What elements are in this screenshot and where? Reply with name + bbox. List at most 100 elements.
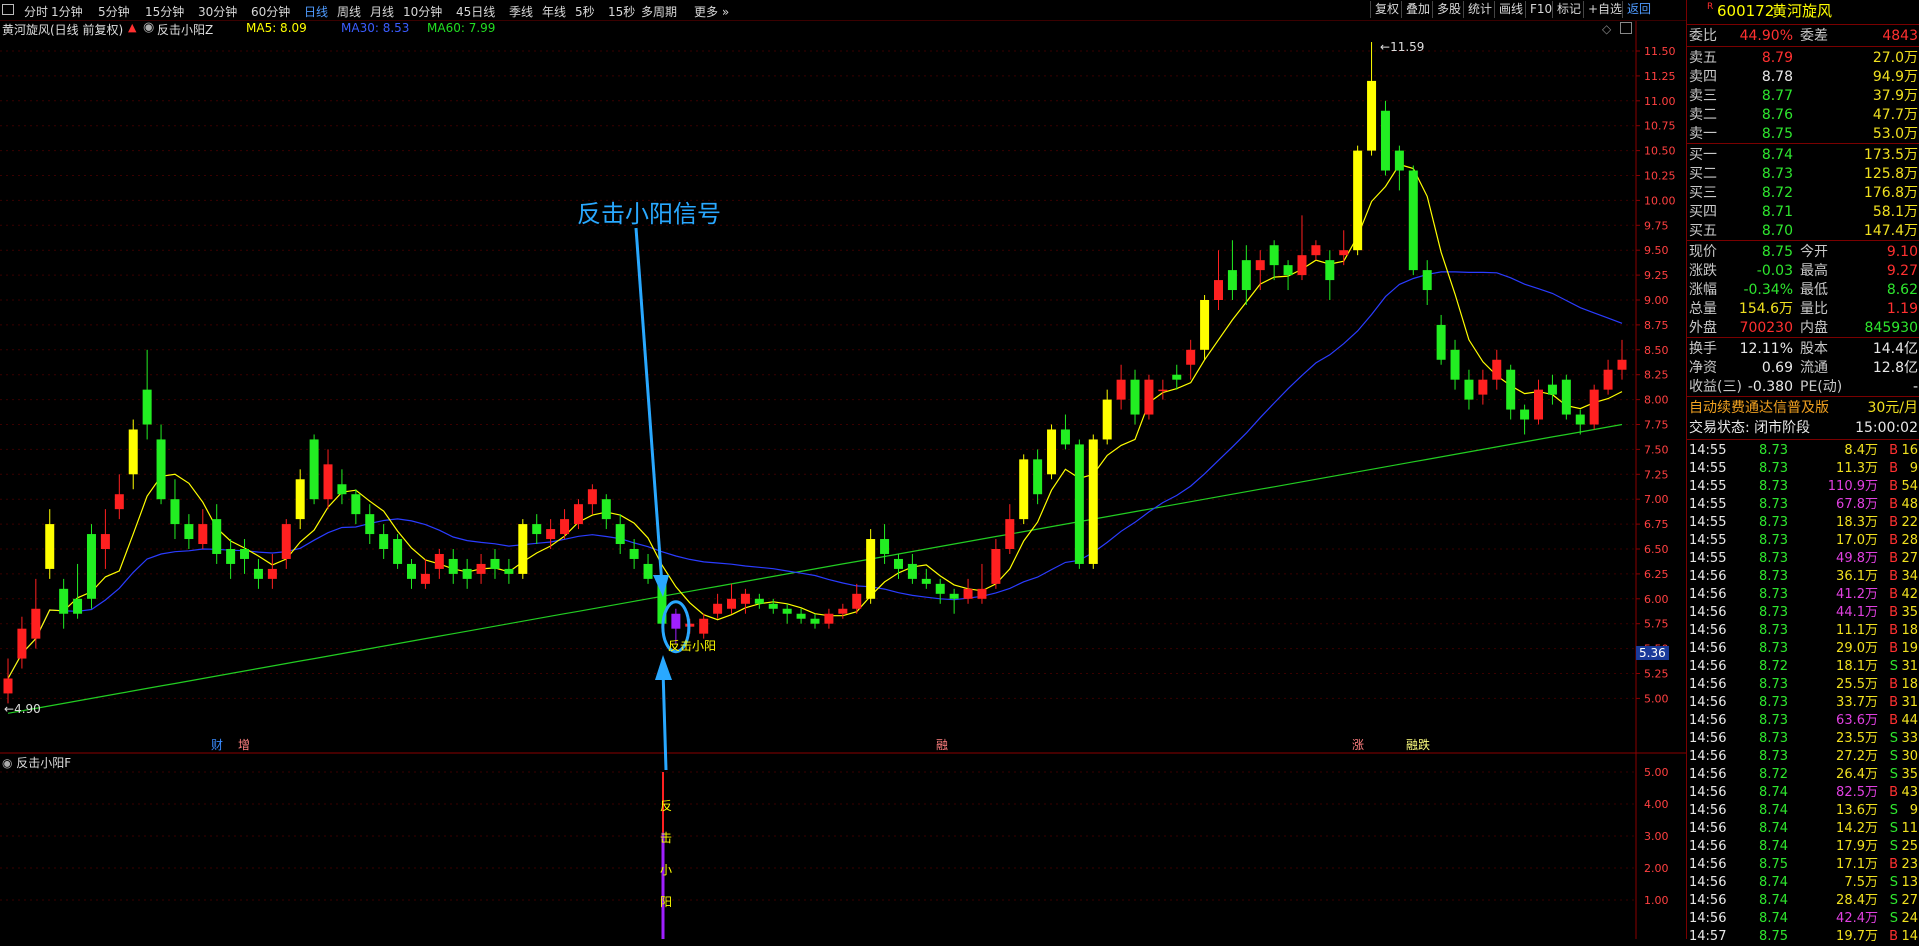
candle-body <box>768 603 778 609</box>
event-marker-increase[interactable]: 增 <box>238 736 250 753</box>
price-tick-label: 9.00 <box>1644 294 1669 307</box>
candle-body <box>490 558 500 569</box>
period-tab-12[interactable]: 年线 <box>542 3 566 20</box>
price-tick-label: 7.75 <box>1644 419 1669 432</box>
candle-body <box>1130 379 1140 415</box>
ma60-line <box>7 423 1623 714</box>
ad-row[interactable]: 自动续费通达信普及版 30元/月 <box>1687 399 1919 418</box>
candle-body <box>323 464 333 500</box>
signal-label: 反击小阳 <box>668 639 717 653</box>
toolbar-button-8[interactable]: 返回 <box>1622 1 1655 18</box>
candle-body <box>1367 80 1377 151</box>
candle-body <box>601 499 611 520</box>
period-tab-4[interactable]: 30分钟 <box>198 3 237 20</box>
period-tab-15[interactable]: 多周期 <box>641 3 677 20</box>
price-tick-label: 5.25 <box>1644 668 1669 681</box>
candle-body <box>727 598 737 609</box>
period-tab-7[interactable]: 周线 <box>337 3 361 20</box>
event-marker-finance[interactable]: 财 <box>211 736 223 753</box>
low-price-marker: ←4.90 <box>4 702 41 716</box>
candle-body <box>615 524 625 545</box>
candle-body <box>518 524 528 574</box>
up-arrow-icon: ▲ <box>128 21 137 34</box>
period-toolbar: 分时 1分钟 5分钟 15分钟 30分钟 60分钟 日线 周线 月线 10分钟 45日线 季线 年线 5秒… <box>0 0 1686 21</box>
candle-body <box>3 678 13 694</box>
tick-row: 14:55 8.73 17.0万 B 28 <box>1689 533 1918 548</box>
price-tick-label: 7.00 <box>1644 493 1669 506</box>
period-tab-5[interactable]: 60分钟 <box>251 3 290 20</box>
period-tab-13[interactable]: 5秒 <box>575 3 595 20</box>
candle-body <box>838 608 848 614</box>
candle-body <box>1241 260 1251 291</box>
candle-body <box>629 549 639 559</box>
toolbar-button-3[interactable]: 统计 <box>1463 1 1496 18</box>
candle-body <box>17 628 27 659</box>
candle-body <box>1464 379 1474 400</box>
candle-body <box>170 499 180 525</box>
candle-body <box>1005 519 1015 549</box>
tick-row: 14:56 8.73 41.2万 B 42 <box>1689 587 1918 602</box>
price-tick-label: 8.75 <box>1644 319 1669 332</box>
sub-tick-label: 4.00 <box>1644 798 1669 811</box>
ask-row-4: 卖四 8.78 94.9万 <box>1689 69 1918 85</box>
price-tick-label: 6.00 <box>1644 593 1669 606</box>
toolbar-button-4[interactable]: 画线 <box>1494 1 1527 18</box>
tick-row: 14:55 8.73 110.9万 B 54 <box>1689 479 1918 494</box>
sub-indicator-name[interactable]: ◉ 反击小阳F <box>2 754 71 771</box>
candle-body <box>1060 429 1070 445</box>
candle-body <box>1200 300 1210 350</box>
window-toggle-icon[interactable] <box>1620 22 1632 34</box>
price-tick-label: 11.25 <box>1644 70 1676 83</box>
settings-circle-icon[interactable]: ◉ <box>143 20 154 35</box>
candle-body <box>824 613 834 624</box>
period-tab-9[interactable]: 10分钟 <box>403 3 442 20</box>
toolbar-button-1[interactable]: 叠加 <box>1401 1 1434 18</box>
toolbar-button-6[interactable]: 标记 <box>1552 1 1585 18</box>
period-tab-16[interactable]: 更多 » <box>694 3 729 20</box>
toolbar-button-0[interactable]: 复权 <box>1370 1 1403 18</box>
tick-row: 14:55 8.73 67.8万 B 48 <box>1689 497 1918 512</box>
candle-body <box>977 588 987 599</box>
fund-row-2: 收益(三) -0.380 PE(动) - <box>1689 379 1918 395</box>
candle-body <box>351 494 361 515</box>
candle-body <box>573 504 583 525</box>
period-tab-3[interactable]: 15分钟 <box>145 3 184 20</box>
candle-body <box>156 439 166 500</box>
down-arrow-line <box>634 227 664 586</box>
candle-body <box>73 598 83 614</box>
period-tab-8[interactable]: 月线 <box>370 3 394 20</box>
candle-body <box>1547 384 1557 395</box>
event-marker-margin[interactable]: 融 <box>936 736 948 753</box>
candle-body <box>560 519 570 535</box>
candle-body <box>1617 359 1627 370</box>
period-tab-1[interactable]: 1分钟 <box>51 3 83 20</box>
tick-row: 14:56 8.73 36.1万 B 34 <box>1689 569 1918 584</box>
candle-body <box>1158 389 1168 392</box>
kline-chart[interactable]: 11.50 11.25 11.00 10.75 10.50 10.25 10.00 9.75 9… <box>0 21 1686 939</box>
period-tab-10[interactable]: 45日线 <box>456 3 495 20</box>
candle-body <box>1325 260 1335 281</box>
candle-body <box>587 489 597 505</box>
candle-body <box>128 429 138 475</box>
bid-row-4: 买四 8.71 58.1万 <box>1689 204 1918 220</box>
event-marker-rise[interactable]: 涨 <box>1352 736 1364 753</box>
event-marker-margin-fall[interactable]: 融跌 <box>1406 736 1430 753</box>
indicator-name[interactable]: 反击小阳Z <box>157 21 213 38</box>
candle-body <box>699 618 709 634</box>
tick-row: 14:56 8.73 25.5万 B 18 <box>1689 677 1918 692</box>
toolbar-button-7[interactable]: +自选 <box>1583 1 1626 18</box>
period-tab-11[interactable]: 季线 <box>509 3 533 20</box>
candle-body <box>365 514 375 535</box>
period-tab-6[interactable]: 日线 <box>304 3 328 20</box>
quote-row-4: 外盘 700230 内盘 845930 <box>1689 320 1918 336</box>
diamond-icon[interactable]: ◇ <box>1602 22 1611 36</box>
tick-row: 14:56 8.74 82.5万 B 43 <box>1689 785 1918 800</box>
quote-row-0: 现价 8.75 今开 9.10 <box>1689 244 1918 260</box>
period-tab-2[interactable]: 5分钟 <box>98 3 130 20</box>
candle-body <box>532 524 542 535</box>
toolbar-button-2[interactable]: 多股 <box>1432 1 1465 18</box>
period-tab-0[interactable]: 分时 <box>24 3 48 20</box>
candle-body <box>796 613 806 619</box>
window-icon[interactable] <box>2 4 14 15</box>
period-tab-14[interactable]: 15秒 <box>608 3 635 20</box>
